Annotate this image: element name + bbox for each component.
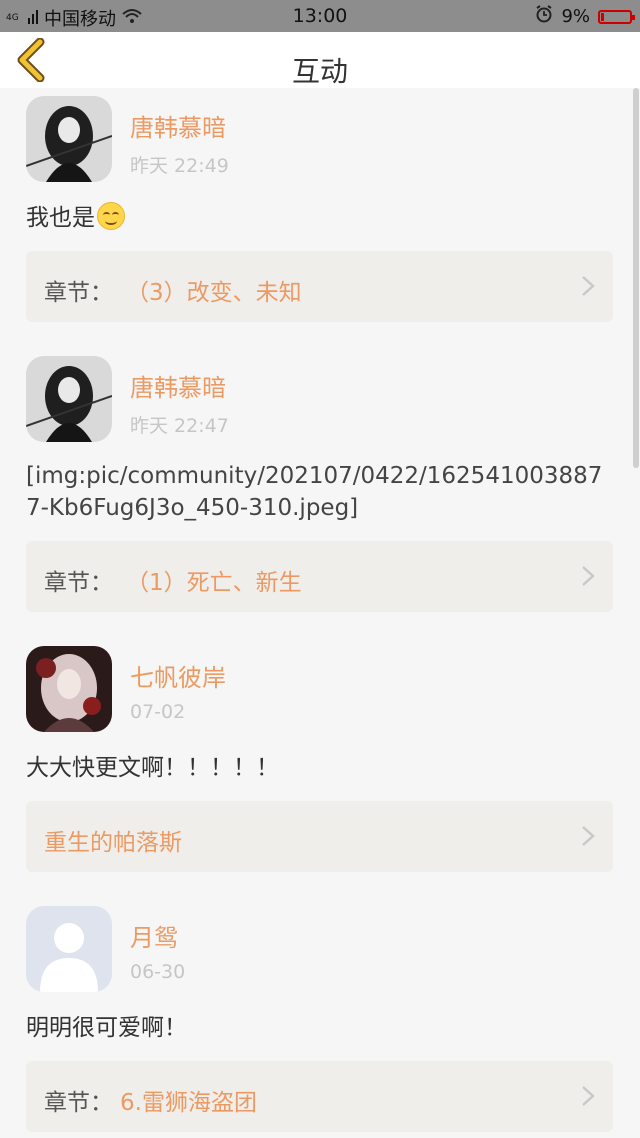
chevron-right-icon (582, 1086, 595, 1106)
avatar[interactable] (26, 646, 112, 732)
chevron-right-icon (582, 276, 595, 296)
chapter-name: 6.雷狮海盗团 (120, 1090, 257, 1116)
comment-time: 07-02 (130, 701, 186, 723)
status-bar: 4G 中国移动 13:00 9% (0, 0, 640, 32)
battery-icon (598, 9, 635, 24)
battery-level (601, 12, 604, 21)
comment-text: [img:pic/community/202107/0422/162541003… (26, 463, 603, 521)
comment-list[interactable]: 唐韩慕暗 昨天 22:49 我也是 章节： （3）改变、未知 唐韩慕暗 昨天 2… (0, 88, 640, 1138)
scrollbar[interactable] (633, 88, 639, 468)
comment-text: 我也是 (26, 202, 616, 234)
chapter-link[interactable]: 重生的帕落斯 (26, 801, 613, 872)
battery-percent: 9% (561, 6, 590, 27)
comment-time: 昨天 22:49 (130, 155, 229, 177)
avatar[interactable] (26, 96, 112, 182)
chapter-name: （1）死亡、新生 (126, 570, 302, 596)
alarm-icon (535, 5, 553, 28)
status-right: 9% (535, 5, 635, 28)
chapter-name: （3）改变、未知 (126, 280, 302, 306)
comment-text: 大大快更文啊！！！！！ (26, 755, 279, 781)
username[interactable]: 七帆彼岸 (130, 658, 226, 693)
smile-emoji-icon (97, 202, 125, 230)
comment-time: 昨天 22:47 (130, 415, 229, 437)
chapter-link[interactable]: 章节： 6.雷狮海盗团 (26, 1061, 613, 1132)
username[interactable]: 唐韩慕暗 (130, 368, 226, 403)
username[interactable]: 唐韩慕暗 (130, 108, 226, 143)
nav-header: 互动 (0, 32, 640, 88)
comment-text-content: 我也是 (26, 205, 95, 231)
comment-text: 明明很可爱啊！ (26, 1015, 187, 1041)
chapter-name: 重生的帕落斯 (44, 830, 182, 856)
username[interactable]: 月鸳 (130, 918, 178, 953)
page-title: 互动 (291, 55, 348, 88)
chevron-right-icon (582, 566, 595, 586)
avatar[interactable] (26, 906, 112, 992)
avatar[interactable] (26, 356, 112, 442)
comment-time: 06-30 (130, 961, 186, 983)
chevron-right-icon (582, 826, 595, 846)
chapter-link[interactable]: 章节： （1）死亡、新生 (26, 541, 613, 612)
chapter-prefix: 章节： (44, 1090, 113, 1116)
chapter-prefix: 章节： (44, 570, 113, 596)
chapter-link[interactable]: 章节： （3）改变、未知 (26, 251, 613, 322)
chapter-prefix: 章节： (44, 280, 113, 306)
